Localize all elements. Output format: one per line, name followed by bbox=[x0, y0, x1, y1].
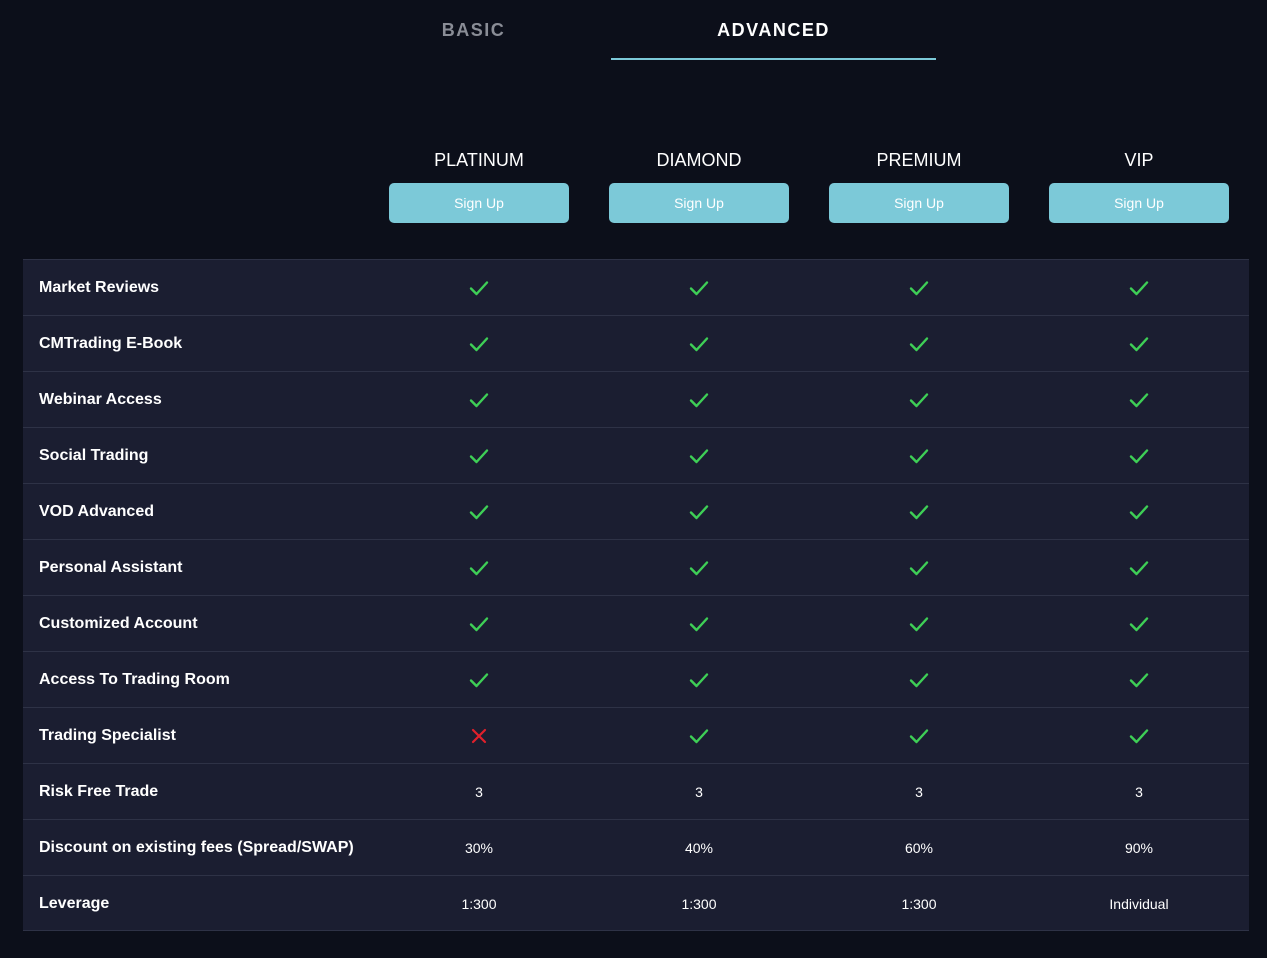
check-icon bbox=[389, 372, 569, 428]
check-icon bbox=[609, 316, 789, 372]
check-icon bbox=[829, 484, 1009, 540]
check-icon bbox=[1049, 540, 1229, 596]
feature-value: 40% bbox=[684, 840, 714, 856]
signup-button-diamond[interactable]: Sign Up bbox=[609, 183, 789, 223]
table-row: Access To Trading Room bbox=[23, 651, 1249, 707]
feature-label: Risk Free Trade bbox=[39, 783, 159, 800]
tab-advanced[interactable]: ADVANCED bbox=[611, 0, 936, 60]
feature-label: Webinar Access bbox=[39, 391, 162, 408]
check-icon bbox=[609, 652, 789, 708]
plan-name: PREMIUM bbox=[876, 150, 962, 170]
plan-name: VIP bbox=[1124, 150, 1154, 170]
signup-button-vip[interactable]: Sign Up bbox=[1049, 183, 1229, 223]
feature-label: VOD Advanced bbox=[39, 503, 154, 520]
check-icon bbox=[829, 428, 1009, 484]
check-icon bbox=[829, 596, 1009, 652]
feature-value: 3 bbox=[695, 784, 703, 800]
feature-label: Discount on existing fees (Spread/SWAP) bbox=[39, 839, 354, 856]
table-row: Social Trading bbox=[23, 427, 1249, 483]
check-icon bbox=[1049, 260, 1229, 316]
check-icon bbox=[829, 260, 1009, 316]
check-icon bbox=[609, 260, 789, 316]
plan-headers: PLATINUM Sign Up DIAMOND Sign Up PREMIUM… bbox=[0, 145, 1267, 225]
check-icon bbox=[389, 484, 569, 540]
plan-diamond: DIAMOND Sign Up bbox=[609, 145, 789, 223]
check-icon bbox=[609, 596, 789, 652]
check-icon bbox=[609, 372, 789, 428]
check-icon bbox=[609, 428, 789, 484]
feature-value: 1:300 bbox=[681, 896, 717, 912]
feature-label: Customized Account bbox=[39, 615, 198, 632]
table-row: Risk Free Trade 3 3 3 3 bbox=[23, 763, 1249, 819]
check-icon bbox=[1049, 428, 1229, 484]
plan-platinum: PLATINUM Sign Up bbox=[389, 145, 569, 223]
table-row: Discount on existing fees (Spread/SWAP) 3… bbox=[23, 819, 1249, 875]
check-icon bbox=[389, 316, 569, 372]
table-row: CMTrading E-Book bbox=[23, 315, 1249, 371]
check-icon bbox=[1049, 484, 1229, 540]
feature-label: Personal Assistant bbox=[39, 559, 183, 576]
feature-value: Individual bbox=[1109, 896, 1169, 912]
check-icon bbox=[1049, 652, 1229, 708]
table-row: Customized Account bbox=[23, 595, 1249, 651]
feature-value: 3 bbox=[475, 784, 483, 800]
check-icon bbox=[609, 484, 789, 540]
check-icon bbox=[389, 596, 569, 652]
table-row: Trading Specialist bbox=[23, 707, 1249, 763]
feature-label: Leverage bbox=[39, 895, 110, 912]
table-row: Webinar Access bbox=[23, 371, 1249, 427]
table-row: Personal Assistant bbox=[23, 539, 1249, 595]
table-row: Leverage 1:300 1:300 1:300 Individual bbox=[23, 875, 1249, 931]
check-icon bbox=[829, 652, 1009, 708]
feature-value: 3 bbox=[1135, 784, 1143, 800]
check-icon bbox=[1049, 372, 1229, 428]
feature-value: 1:300 bbox=[901, 896, 937, 912]
check-icon bbox=[609, 540, 789, 596]
feature-label: Access To Trading Room bbox=[39, 671, 230, 688]
signup-button-platinum[interactable]: Sign Up bbox=[389, 183, 569, 223]
pricing-comparison-page: BASIC ADVANCED PLATINUM Sign Up DIAMOND … bbox=[0, 0, 1267, 958]
plan-name: DIAMOND bbox=[656, 150, 742, 170]
plan-type-tabs: BASIC ADVANCED bbox=[0, 0, 1267, 60]
check-icon bbox=[829, 708, 1009, 764]
feature-value: 1:300 bbox=[461, 896, 497, 912]
check-icon bbox=[609, 708, 789, 764]
check-icon bbox=[389, 540, 569, 596]
check-icon bbox=[1049, 316, 1229, 372]
table-row: VOD Advanced bbox=[23, 483, 1249, 539]
feature-label: Social Trading bbox=[39, 447, 149, 464]
cross-icon bbox=[389, 708, 569, 764]
check-icon bbox=[389, 652, 569, 708]
check-icon bbox=[389, 260, 569, 316]
table-row: Market Reviews bbox=[23, 259, 1249, 315]
check-icon bbox=[389, 428, 569, 484]
check-icon bbox=[1049, 596, 1229, 652]
feature-value: 30% bbox=[464, 840, 494, 856]
feature-value: 60% bbox=[904, 840, 934, 856]
check-icon bbox=[829, 372, 1009, 428]
plan-premium: PREMIUM Sign Up bbox=[829, 145, 1009, 223]
check-icon bbox=[829, 316, 1009, 372]
check-icon bbox=[829, 540, 1009, 596]
feature-label: CMTrading E-Book bbox=[39, 335, 183, 352]
feature-label: Market Reviews bbox=[39, 279, 160, 296]
feature-value: 90% bbox=[1124, 840, 1154, 856]
plan-vip: VIP Sign Up bbox=[1049, 145, 1229, 223]
feature-table: Market Reviews CMTrading E-Book Webinar Ac… bbox=[23, 259, 1249, 931]
feature-label: Trading Specialist bbox=[39, 727, 176, 744]
signup-button-premium[interactable]: Sign Up bbox=[829, 183, 1009, 223]
tab-basic[interactable]: BASIC bbox=[311, 0, 636, 60]
plan-name: PLATINUM bbox=[434, 150, 524, 170]
check-icon bbox=[1049, 708, 1229, 764]
feature-value: 3 bbox=[915, 784, 923, 800]
